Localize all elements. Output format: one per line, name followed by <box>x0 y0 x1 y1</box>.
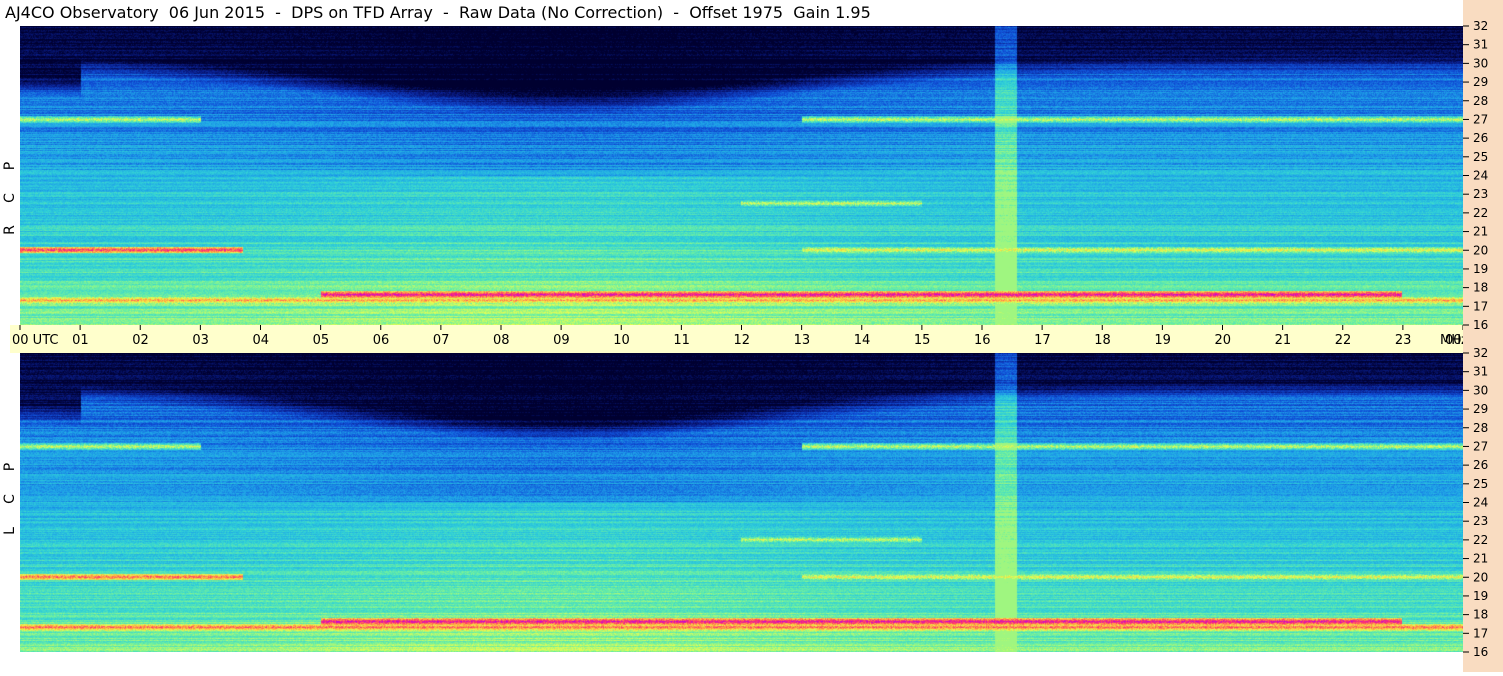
freq-tick-label: 32 <box>1473 19 1488 33</box>
freq-tick-label: 16 <box>1473 645 1488 659</box>
title-bar: AJ4CO Observatory 06 Jun 2015 - DPS on T… <box>0 0 1463 26</box>
frequency-axis-svg: 16 17 18 19 20 21 22 23 24 25 26 27 28 29 30 31 32 16 17 18… <box>1463 19 1488 659</box>
freq-tick-label: 27 <box>1473 112 1488 126</box>
time-tick-label: 02 <box>132 333 149 348</box>
freq-tick-label: 30 <box>1473 383 1488 397</box>
freq-tick-label: 18 <box>1473 281 1488 295</box>
frequency-axis: 16 17 18 19 20 21 22 23 24 25 26 27 28 29 30 31 32 16 17 18… <box>1463 0 1503 672</box>
freq-tick-label: 21 <box>1473 552 1488 566</box>
freq-tick-label: 31 <box>1473 365 1488 379</box>
freq-tick-label: 26 <box>1473 131 1488 145</box>
freq-tick-label: 18 <box>1473 608 1488 622</box>
time-tick-label: 00 UTC <box>12 333 58 348</box>
freq-tick-label: 17 <box>1473 299 1488 313</box>
freq-tick-label: 29 <box>1473 402 1488 416</box>
time-tick-label: 16 <box>974 333 991 348</box>
time-tick-label: 01 <box>72 333 89 348</box>
freq-tick-label: 16 <box>1473 318 1488 332</box>
freq-tick-label: 25 <box>1473 150 1488 164</box>
time-tick-label: 21 <box>1275 333 1292 348</box>
lcp-letter-p: P <box>2 462 18 472</box>
time-tick-label: 10 <box>613 333 630 348</box>
time-tick-label: 15 <box>914 333 931 348</box>
time-tick-label: 08 <box>493 333 510 348</box>
freq-tick-label: 24 <box>1473 496 1488 510</box>
time-tick-label: 05 <box>313 333 330 348</box>
rcp-letter-r: R <box>2 225 18 235</box>
freq-tick-label: 30 <box>1473 56 1488 70</box>
rcp-letter-c: C <box>2 193 18 203</box>
freq-tick-label: 26 <box>1473 458 1488 472</box>
time-tick-label: 13 <box>794 333 811 348</box>
rcp-spectrogram <box>20 26 1463 325</box>
freq-tick-label: 27 <box>1473 439 1488 453</box>
freq-tick-label: 28 <box>1473 421 1488 435</box>
freq-tick-label: 28 <box>1473 94 1488 108</box>
freq-tick-label: 24 <box>1473 169 1488 183</box>
freq-tick-label: 31 <box>1473 38 1488 52</box>
lcp-label-strip: P C L <box>0 353 20 672</box>
time-tick-label: 04 <box>253 333 270 348</box>
time-tick-label: 11 <box>673 333 690 348</box>
freq-tick-label: 29 <box>1473 75 1488 89</box>
chart-title: AJ4CO Observatory 06 Jun 2015 - DPS on T… <box>5 3 871 22</box>
lcp-letter-l: L <box>2 527 18 535</box>
frequency-unit-label: MHz <box>1440 333 1463 348</box>
freq-tick-label: 22 <box>1473 533 1488 547</box>
time-tick-label: 06 <box>373 333 390 348</box>
lcp-letter-c: C <box>2 494 18 504</box>
freq-tick-label: 19 <box>1473 262 1488 276</box>
freq-tick-label: 20 <box>1473 243 1488 257</box>
time-tick-label: 07 <box>433 333 450 348</box>
freq-tick-label: 23 <box>1473 514 1488 528</box>
utc-time-axis: 00 UTC 01 02 03 04 05 06 07 08 09 10 11 12 13 14 15 16 17… <box>10 325 1468 353</box>
time-tick-label: 19 <box>1154 333 1171 348</box>
time-tick-label: 18 <box>1094 333 1111 348</box>
freq-tick-label: 22 <box>1473 206 1488 220</box>
rcp-label-strip: P C R <box>0 26 20 325</box>
freq-tick-label: 19 <box>1473 589 1488 603</box>
rcp-letter-p: P <box>2 161 18 171</box>
time-tick-label: 09 <box>553 333 570 348</box>
time-tick-label: 17 <box>1034 333 1051 348</box>
utc-time-axis-svg: 00 UTC 01 02 03 04 05 06 07 08 09 10 11 12 13 14 15 16 17… <box>12 325 1468 348</box>
time-tick-label: 23 <box>1395 333 1412 348</box>
freq-tick-label: 17 <box>1473 626 1488 640</box>
time-tick-label: 14 <box>854 333 871 348</box>
time-tick-label: 20 <box>1215 333 1232 348</box>
time-tick-label: 22 <box>1335 333 1352 348</box>
time-tick-label: 12 <box>734 333 751 348</box>
lcp-spectrogram <box>20 353 1463 652</box>
freq-tick-label: 25 <box>1473 477 1488 491</box>
freq-tick-label: 32 <box>1473 346 1488 360</box>
time-tick-label: 03 <box>192 333 209 348</box>
freq-tick-label: 20 <box>1473 570 1488 584</box>
freq-tick-label: 21 <box>1473 225 1488 239</box>
freq-tick-label: 23 <box>1473 187 1488 201</box>
